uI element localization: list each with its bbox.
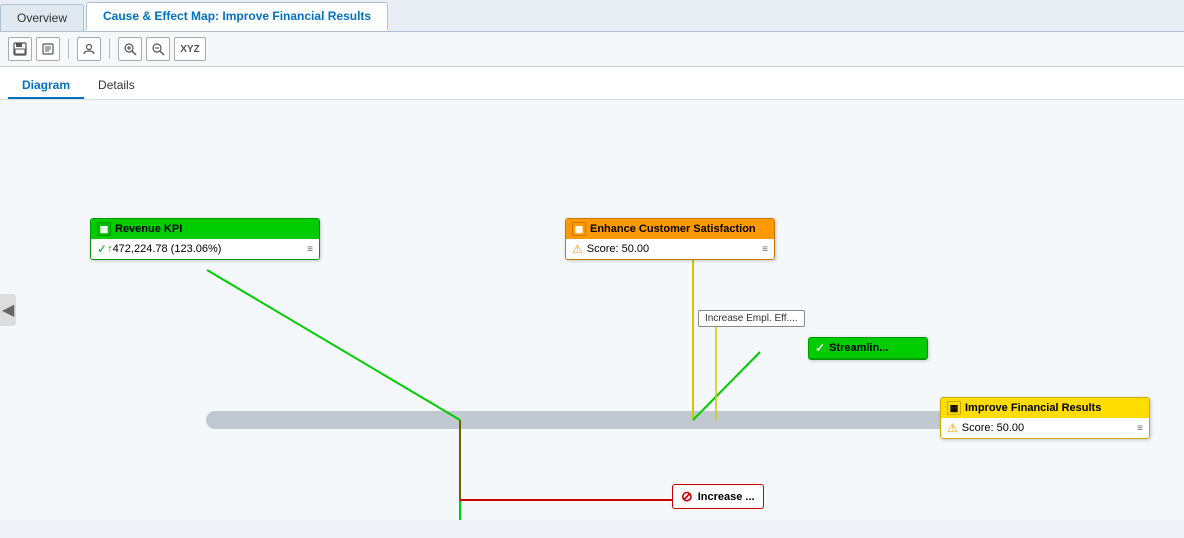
enhance-icon: ▦ (572, 222, 586, 236)
warn-icon-2: ⚠ (947, 421, 958, 435)
warn-icon: ⚠ (572, 242, 583, 256)
subtab-details[interactable]: Details (84, 73, 149, 99)
toolbar: XYZ (0, 32, 1184, 67)
revenue-kpi-icon: ▦ (97, 222, 111, 236)
check-icon: ✓ (97, 242, 107, 256)
improve-body: ⚠ Score: 50.00 ≡ (941, 418, 1149, 438)
tab-overview[interactable]: Overview (0, 4, 84, 31)
node-streamline-right[interactable]: ✓ Streamlin... (808, 337, 928, 360)
revenue-kpi-header: ▦ Revenue KPI (91, 219, 319, 239)
improve-score: Score: 50.00 (958, 422, 1137, 434)
menu-icon[interactable]: ≡ (307, 244, 313, 255)
node-increase[interactable]: ⊘ Increase ... (672, 484, 764, 509)
separator-1 (68, 39, 69, 59)
tabs-bar: Overview Cause & Effect Map: Improve Fin… (0, 0, 1184, 32)
zoom-out-button[interactable] (146, 37, 170, 61)
diagram-connections (0, 100, 1184, 520)
edit-button[interactable] (36, 37, 60, 61)
improve-header: ▦ Improve Financial Results (941, 398, 1149, 418)
increase-empl-tooltip: Increase Empl. Eff.... (698, 310, 805, 327)
menu-icon-2[interactable]: ≡ (762, 244, 768, 255)
improve-icon: ▦ (947, 401, 961, 415)
check-icon-2: ✓ (815, 341, 825, 355)
revenue-kpi-body: ✓ ↑ 472,224.78 (123.06%) ≡ (91, 239, 319, 259)
diagram-area: ◀ ▦ Revenue KPI ✓ ↑ 472,224.78 (0, 100, 1184, 520)
enhance-score: Score: 50.00 (583, 243, 762, 255)
separator-2 (109, 39, 110, 59)
tab-cause-effect[interactable]: Cause & Effect Map: Improve Financial Re… (86, 2, 388, 31)
save-button[interactable] (8, 37, 32, 61)
node-improve-financial[interactable]: ▦ Improve Financial Results ⚠ Score: 50.… (940, 397, 1150, 439)
enhance-body: ⚠ Score: 50.00 ≡ (566, 239, 774, 259)
subtab-diagram[interactable]: Diagram (8, 73, 84, 99)
subtabs: Diagram Details (0, 67, 1184, 100)
streamline-right-header: ✓ Streamlin... (809, 338, 927, 359)
error-circle-icon: ⊘ (681, 488, 693, 505)
menu-icon-3[interactable]: ≡ (1137, 423, 1143, 434)
enhance-header: ▦ Enhance Customer Satisfaction (566, 219, 774, 239)
expand-left-button[interactable]: ◀ (0, 294, 16, 326)
revenue-value: 472,224.78 (123.06%) (113, 243, 308, 255)
xyz-button[interactable]: XYZ (174, 37, 206, 61)
node-revenue-kpi[interactable]: ▦ Revenue KPI ✓ ↑ 472,224.78 (123.06%) ≡ (90, 218, 320, 260)
user-button[interactable] (77, 37, 101, 61)
node-enhance-customer[interactable]: ▦ Enhance Customer Satisfaction ⚠ Score:… (565, 218, 775, 260)
zoom-in-button[interactable] (118, 37, 142, 61)
